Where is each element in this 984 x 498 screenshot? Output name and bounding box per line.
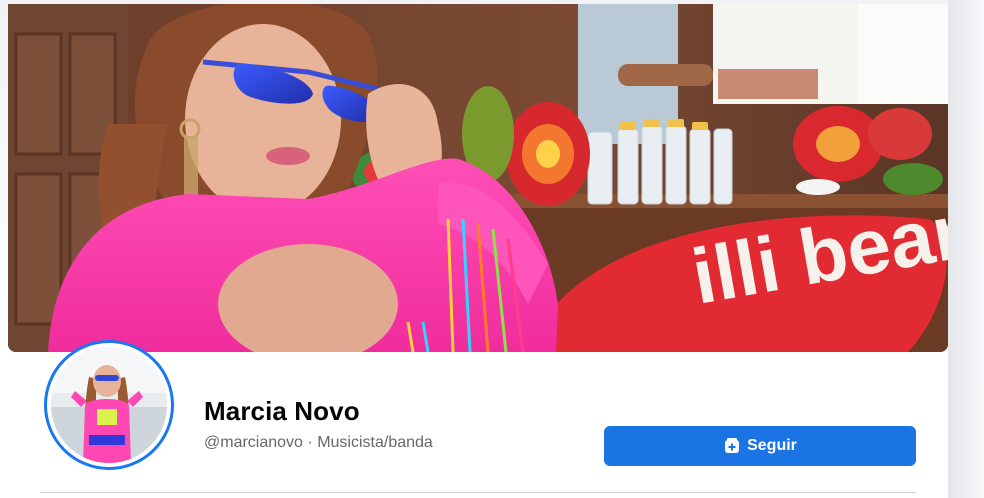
cover-photo[interactable]: illi beans [8, 4, 948, 352]
profile-page: illi beans Marcia Novo @marcianovo · Mus… [0, 0, 984, 498]
profile-picture[interactable] [44, 340, 174, 470]
profile-divider [40, 492, 916, 493]
profile-category[interactable]: Musicista/banda [317, 434, 433, 451]
profile-subline: @marcianovo · Musicista/banda [204, 434, 433, 452]
cover-photo-illustration: illi beans [8, 4, 948, 352]
follow-page-icon [723, 437, 741, 455]
avatar [51, 347, 167, 463]
page-title: Marcia Novo [204, 396, 360, 426]
subline-separator: · [307, 434, 313, 451]
follow-button-label: Seguir [747, 437, 797, 454]
page-edge-shade [948, 0, 984, 498]
follow-button[interactable]: Seguir [604, 426, 916, 466]
profile-handle: @marcianovo [204, 434, 303, 451]
avatar-illustration [51, 347, 167, 463]
